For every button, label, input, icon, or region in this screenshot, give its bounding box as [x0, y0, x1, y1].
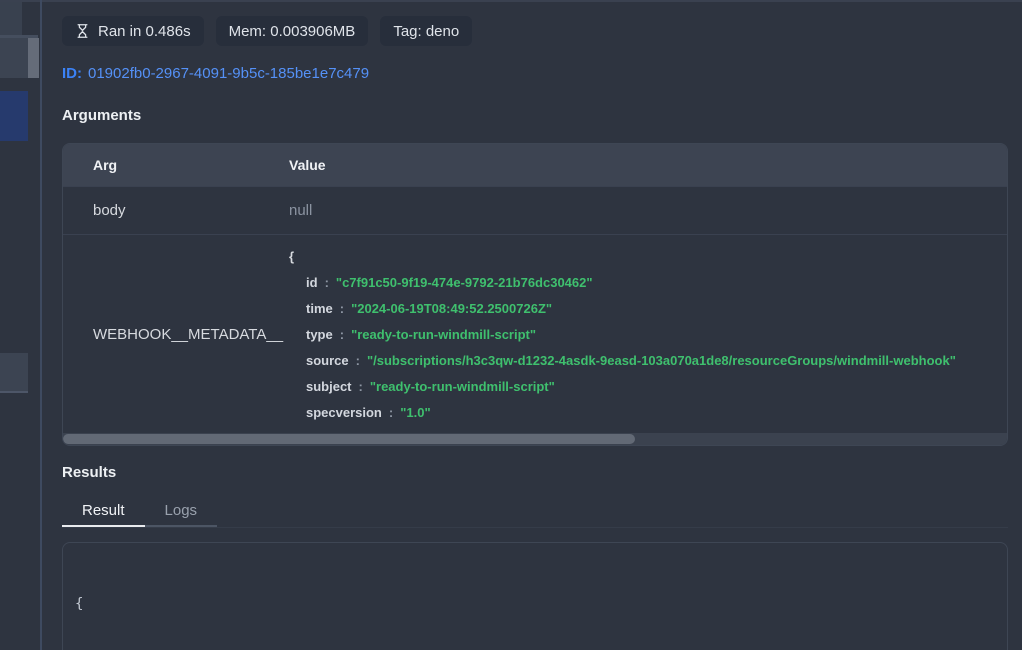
value-column-header: Value — [289, 157, 326, 173]
tab-result[interactable]: Result — [62, 497, 145, 527]
arguments-table-header: Arg Value — [63, 144, 1007, 186]
code-open-brace: { — [75, 596, 83, 612]
run-list-item[interactable] — [0, 38, 28, 78]
hourglass-icon — [75, 23, 90, 39]
json-entry: type:"ready-to-run-windmill-script" — [306, 322, 1007, 348]
runs-rail — [0, 0, 42, 650]
run-list-item[interactable] — [0, 353, 28, 393]
json-entries: id:"c7f91c50-9f19-474e-9792-21b76dc30462… — [289, 270, 1007, 426]
json-entry: id:"c7f91c50-9f19-474e-9792-21b76dc30462… — [306, 270, 1007, 296]
rail-separator — [40, 0, 42, 650]
arg-name: body — [63, 202, 289, 219]
tag-badge-label: Tag: deno — [393, 23, 459, 40]
arg-value-null: null — [289, 202, 312, 219]
results-tabbar: Result Logs — [62, 497, 1008, 528]
result-json-viewer: { "str": "default arg", "union": "Hello … — [62, 542, 1008, 650]
arg-column-header: Arg — [63, 157, 289, 173]
memory-badge-label: Mem: 0.003906MB — [229, 23, 356, 40]
job-id-row: ID: 01902fb0-2967-4091-9b5c-185be1e7c479 — [62, 65, 1008, 82]
webhook-metadata-json: { id:"c7f91c50-9f19-474e-9792-21b76dc304… — [289, 235, 1007, 433]
rail-scrollbar-thumb[interactable] — [28, 38, 39, 78]
results-title: Results — [62, 464, 1008, 481]
json-open-brace: { — [289, 244, 1007, 270]
arguments-title: Arguments — [62, 107, 1008, 124]
json-entry: source:"/subscriptions/h3c3qw-d1232-4asd… — [306, 348, 1007, 374]
run-list-item[interactable] — [0, 2, 22, 35]
json-entry: time:"2024-06-19T08:49:52.2500726Z" — [306, 296, 1007, 322]
json-entry: subject:"ready-to-run-windmill-script" — [306, 374, 1007, 400]
tag-badge: Tag: deno — [380, 16, 472, 46]
arg-name: WEBHOOK__METADATA__ — [63, 235, 289, 433]
tab-logs[interactable]: Logs — [145, 497, 218, 527]
job-detail-panel: Ran in 0.486s Mem: 0.003906MB Tag: deno … — [62, 0, 1008, 650]
job-id-value[interactable]: 01902fb0-2967-4091-9b5c-185be1e7c479 — [88, 65, 369, 82]
table-row: WEBHOOK__METADATA__ { id:"c7f91c50-9f19-… — [63, 234, 1007, 433]
memory-badge: Mem: 0.003906MB — [216, 16, 369, 46]
arguments-table: Arg Value body null WEBHOOK__METADATA__ … — [62, 143, 1008, 446]
duration-badge-label: Ran in 0.486s — [98, 23, 191, 40]
scrollbar-thumb[interactable] — [63, 434, 635, 444]
run-list-item-selected[interactable] — [0, 91, 28, 141]
job-badges: Ran in 0.486s Mem: 0.003906MB Tag: deno — [62, 16, 1008, 46]
duration-badge: Ran in 0.486s — [62, 16, 204, 46]
json-entry: specversion:"1.0" — [306, 400, 1007, 426]
job-id-label: ID: — [62, 65, 82, 82]
table-row: body null — [63, 186, 1007, 234]
table-horizontal-scrollbar[interactable] — [63, 433, 1007, 445]
